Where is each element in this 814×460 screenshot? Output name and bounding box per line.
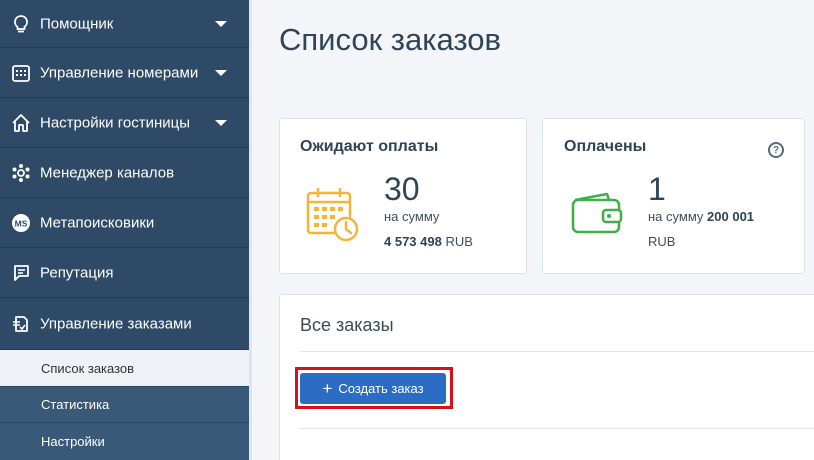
chevron-down-icon[interactable]: [214, 19, 228, 29]
awaiting-payment-card[interactable]: Ожидают оплаты 30 на сумму 4 573 498 RUB: [279, 118, 527, 274]
chevron-down-icon[interactable]: [214, 118, 228, 128]
paid-count: 1: [648, 171, 666, 207]
sidebar-item-label: Метапоисковики: [40, 214, 155, 231]
sidebar-item-label: Помощник: [40, 15, 114, 32]
sidebar-subitem-order-list[interactable]: Список заказов: [0, 350, 249, 386]
sidebar-item-label: Менеджер каналов: [40, 164, 175, 181]
house-icon: [10, 112, 32, 134]
gear-network-icon: [10, 162, 32, 184]
ms-badge-icon: MS: [10, 212, 32, 234]
create-order-label: Создать заказ: [338, 381, 424, 396]
page-title: Список заказов: [279, 22, 501, 57]
sidebar: Помощник Управление номерами Настройки г…: [0, 0, 249, 460]
sidebar-item-label: Настройки гостиницы: [40, 114, 190, 131]
divider: [300, 351, 814, 352]
divider: [300, 428, 814, 429]
comment-icon: [10, 262, 32, 284]
card-title: Ожидают оплаты: [300, 138, 439, 155]
paid-card[interactable]: Оплачены ? 1 на сумму 200 001 RUB: [542, 118, 805, 274]
plus-icon: +: [322, 379, 333, 398]
sidebar-item-channel-manager[interactable]: Менеджер каналов: [0, 148, 249, 198]
calendar-clock-icon: [306, 187, 360, 248]
orders-icon: [10, 313, 32, 335]
lightbulb-icon: [10, 13, 32, 35]
section-title: Все заказы: [300, 315, 394, 335]
sidebar-item-metasearch[interactable]: MS Метапоисковики: [0, 198, 249, 248]
paid-amount: на сумму 200 001: [648, 209, 755, 224]
calendar-grid-icon: [10, 62, 32, 84]
sidebar-item-assistant[interactable]: Помощник: [0, 0, 249, 48]
sidebar-subitem-settings[interactable]: Настройки: [0, 422, 249, 460]
sidebar-item-rooms[interactable]: Управление номерами: [0, 48, 249, 98]
sidebar-item-hotel-settings[interactable]: Настройки гостиницы: [0, 98, 249, 148]
awaiting-sum-label: на сумму: [384, 209, 440, 224]
create-order-button[interactable]: + Создать заказ: [300, 373, 446, 404]
help-icon[interactable]: ?: [768, 142, 784, 158]
sidebar-item-label: Управление заказами: [40, 315, 192, 332]
sidebar-item-label: Репутация: [40, 264, 114, 281]
awaiting-count: 30: [384, 171, 420, 207]
paid-currency: RUB: [648, 234, 676, 249]
sidebar-divider: [249, 0, 252, 460]
sidebar-item-orders[interactable]: Управление заказами: [0, 298, 249, 350]
sidebar-item-label: Управление номерами: [40, 64, 199, 81]
wallet-icon: [571, 192, 623, 239]
svg-text:MS: MS: [15, 218, 28, 228]
sidebar-item-reputation[interactable]: Репутация: [0, 248, 249, 298]
sidebar-subitem-statistics[interactable]: Статистика: [0, 386, 249, 422]
awaiting-amount: 4 573 498 RUB: [384, 234, 473, 249]
card-title: Оплачены: [564, 138, 647, 155]
chevron-down-icon[interactable]: [214, 68, 228, 78]
